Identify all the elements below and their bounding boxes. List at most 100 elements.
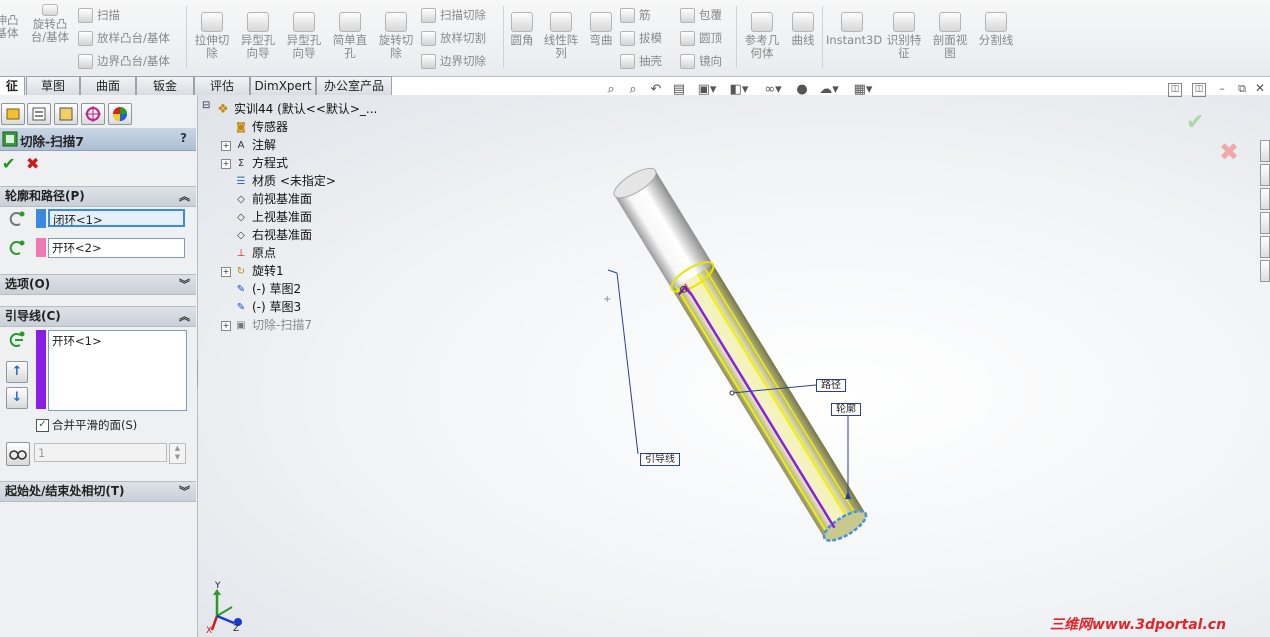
extrude-boss-button[interactable]: 伸凸 基体 bbox=[0, 14, 20, 40]
linear-pattern-button[interactable]: 线性阵列 bbox=[540, 12, 582, 60]
command-manager-ribbon: 伸凸 基体 旋转凸 台/基体 扫描 放样凸台/基体 边界凸台/基体 拉伸切除 异… bbox=[0, 0, 1270, 77]
section-number-input[interactable]: 1 bbox=[34, 443, 167, 462]
close-window-icon[interactable]: ✕ bbox=[1254, 82, 1266, 95]
tree-item[interactable]: A 注解 bbox=[234, 136, 276, 154]
tree-item-label: 切除-扫描7 bbox=[252, 318, 312, 332]
minimize-window-icon[interactable]: – bbox=[1216, 83, 1228, 95]
swept-cut-button[interactable]: 扫描切除 bbox=[421, 7, 486, 23]
revolve-boss-button[interactable]: 旋转凸 台/基体 bbox=[28, 4, 72, 44]
tree-item-label: 前视基准面 bbox=[252, 192, 313, 206]
shell-button[interactable]: 抽壳 bbox=[620, 53, 662, 69]
section-profile-and-path[interactable]: 轮廓和路径(P) ︽ bbox=[0, 186, 196, 207]
recognize-features-button[interactable]: 识别特征 bbox=[882, 12, 926, 60]
instant3d-icon bbox=[841, 12, 863, 32]
show-sections-button[interactable] bbox=[6, 442, 30, 466]
feature-manager-tab[interactable] bbox=[1, 103, 25, 125]
model-graphics[interactable]: + bbox=[198, 95, 1270, 637]
triad-x-label: X bbox=[206, 626, 213, 636]
tree-item[interactable]: ◇ 上视基准面 bbox=[234, 208, 312, 226]
instant3d-button[interactable]: Instant3D bbox=[826, 12, 882, 47]
rib-label: 筋 bbox=[639, 8, 651, 22]
tab-features[interactable]: 征 bbox=[0, 76, 25, 95]
draft-label: 拔模 bbox=[639, 31, 662, 45]
dome-button[interactable]: 圆顶 bbox=[680, 30, 722, 46]
fillet-button[interactable]: 圆角 bbox=[507, 12, 537, 47]
recognize-features-icon bbox=[893, 12, 915, 32]
revolve-boss-icon bbox=[42, 4, 58, 16]
simple-hole-label: 简单直 bbox=[332, 33, 368, 47]
merge-smooth-faces-checkbox[interactable]: ✓ bbox=[36, 419, 49, 432]
hole-wizard-2-button[interactable]: 异型孔 向导 bbox=[282, 12, 326, 60]
section-view-button[interactable]: 剖面视图 bbox=[928, 12, 972, 60]
move-up-button[interactable]: ↑ bbox=[6, 361, 28, 383]
extruded-cut-button[interactable]: 拉伸切除 bbox=[190, 12, 234, 60]
tree-expand-icon[interactable]: + bbox=[221, 159, 231, 169]
tree-item[interactable]: ◙ 传感器 bbox=[234, 118, 288, 136]
display-manager-tab[interactable] bbox=[108, 103, 132, 125]
section-number-spinner[interactable]: ▲ ▼ bbox=[169, 443, 186, 464]
tree-expand-icon[interactable]: + bbox=[221, 321, 231, 331]
section-options[interactable]: 选项(O) ︾ bbox=[0, 274, 196, 295]
flex-button[interactable]: 弯曲 bbox=[586, 12, 616, 47]
preview-edge bbox=[696, 273, 852, 524]
tree-item[interactable]: ◇ 前视基准面 bbox=[234, 190, 312, 208]
tab-sketch[interactable]: 草图 bbox=[26, 76, 80, 95]
tab-dimxpert[interactable]: DimXpert bbox=[250, 76, 316, 95]
dimxpert-manager-tab[interactable] bbox=[81, 103, 105, 125]
tree-expand-icon[interactable]: + bbox=[221, 267, 231, 277]
tab-office-products[interactable]: 办公室产品 bbox=[316, 76, 392, 95]
boundary-boss-button[interactable]: 边界凸台/基体 bbox=[78, 53, 170, 69]
ok-button[interactable]: ✔ bbox=[2, 154, 15, 173]
guide-curve-item[interactable]: 开环<1> bbox=[52, 333, 102, 349]
configuration-manager-tab[interactable] bbox=[54, 103, 78, 125]
tree-item[interactable]: ☰ 材质 <未指定> bbox=[234, 172, 336, 190]
property-manager-header: 切除-扫描7 ? bbox=[0, 128, 196, 151]
section-guide-curves[interactable]: 引导线(C) ︽ bbox=[0, 306, 196, 327]
help-button[interactable]: ? bbox=[180, 131, 187, 145]
loft-boss-button[interactable]: 放样凸台/基体 bbox=[78, 30, 170, 46]
lofted-cut-button[interactable]: 放样切割 bbox=[421, 30, 486, 46]
tree-item[interactable]: Σ 方程式 bbox=[234, 154, 288, 172]
rib-button[interactable]: 筋 bbox=[620, 7, 651, 23]
profile-callout[interactable]: 轮廓 bbox=[831, 403, 861, 416]
restore-window-icon[interactable]: ⧉ bbox=[1236, 83, 1248, 95]
tree-expand-icon[interactable]: + bbox=[221, 141, 231, 151]
mirror-label: 镜向 bbox=[699, 54, 722, 68]
profile-selection-box[interactable]: 闭环<1> bbox=[48, 209, 185, 227]
boundary-boss-icon bbox=[78, 54, 93, 69]
path-callout[interactable]: 路径 bbox=[816, 379, 846, 392]
wrap-button[interactable]: 包覆 bbox=[680, 7, 722, 23]
split-line-button[interactable]: 分割线 bbox=[974, 12, 1018, 47]
boundary-cut-button[interactable]: 边界切除 bbox=[421, 53, 486, 69]
tab-evaluate[interactable]: 评估 bbox=[194, 76, 250, 95]
tree-item[interactable]: ✎ (-) 草图2 bbox=[234, 280, 301, 298]
revolved-cut-icon bbox=[385, 12, 407, 32]
property-manager-tab[interactable] bbox=[27, 103, 51, 125]
path-icon bbox=[9, 240, 25, 255]
tree-item[interactable]: ↻ 旋转1 bbox=[234, 262, 284, 280]
tree-item[interactable]: ▣ 切除-扫描7 bbox=[234, 316, 312, 334]
revolved-cut-button[interactable]: 旋转切除 bbox=[374, 12, 418, 60]
mirror-button[interactable]: 镜向 bbox=[680, 53, 722, 69]
tree-item[interactable]: ⊥ 原点 bbox=[234, 244, 276, 262]
cancel-button[interactable]: ✖ bbox=[26, 154, 39, 173]
extruded-cut-label-2: 除 bbox=[206, 46, 218, 60]
tab-surfaces[interactable]: 曲面 bbox=[80, 76, 136, 95]
hole-wizard-button[interactable]: 异型孔 向导 bbox=[236, 12, 280, 60]
reference-geometry-button[interactable]: 参考几 何体 bbox=[740, 12, 784, 60]
guide-curve-callout[interactable]: 引导线 bbox=[640, 453, 680, 466]
tree-item[interactable]: ✎ (-) 草图3 bbox=[234, 298, 301, 316]
tree-item[interactable]: ◇ 右视基准面 bbox=[234, 226, 312, 244]
sweep-boss-button[interactable]: 扫描 bbox=[78, 7, 120, 23]
curves-button[interactable]: 曲线 bbox=[788, 12, 818, 47]
sweep-boss-icon bbox=[78, 8, 93, 23]
equation-icon: Σ bbox=[237, 157, 245, 169]
tree-item-label: 旋转1 bbox=[252, 264, 284, 278]
section-start-end-tangency[interactable]: 起始处/结束处相切(T) ︾ bbox=[0, 481, 196, 502]
tab-sheet-metal[interactable]: 钣金 bbox=[136, 76, 194, 95]
simple-hole-button[interactable]: 简单直孔 bbox=[328, 12, 372, 60]
move-down-button[interactable]: ↓ bbox=[6, 387, 28, 409]
guide-curves-list[interactable]: 开环<1> bbox=[48, 330, 187, 411]
draft-button[interactable]: 拔模 bbox=[620, 30, 662, 46]
path-selection-box[interactable]: 开环<2> bbox=[48, 238, 185, 258]
